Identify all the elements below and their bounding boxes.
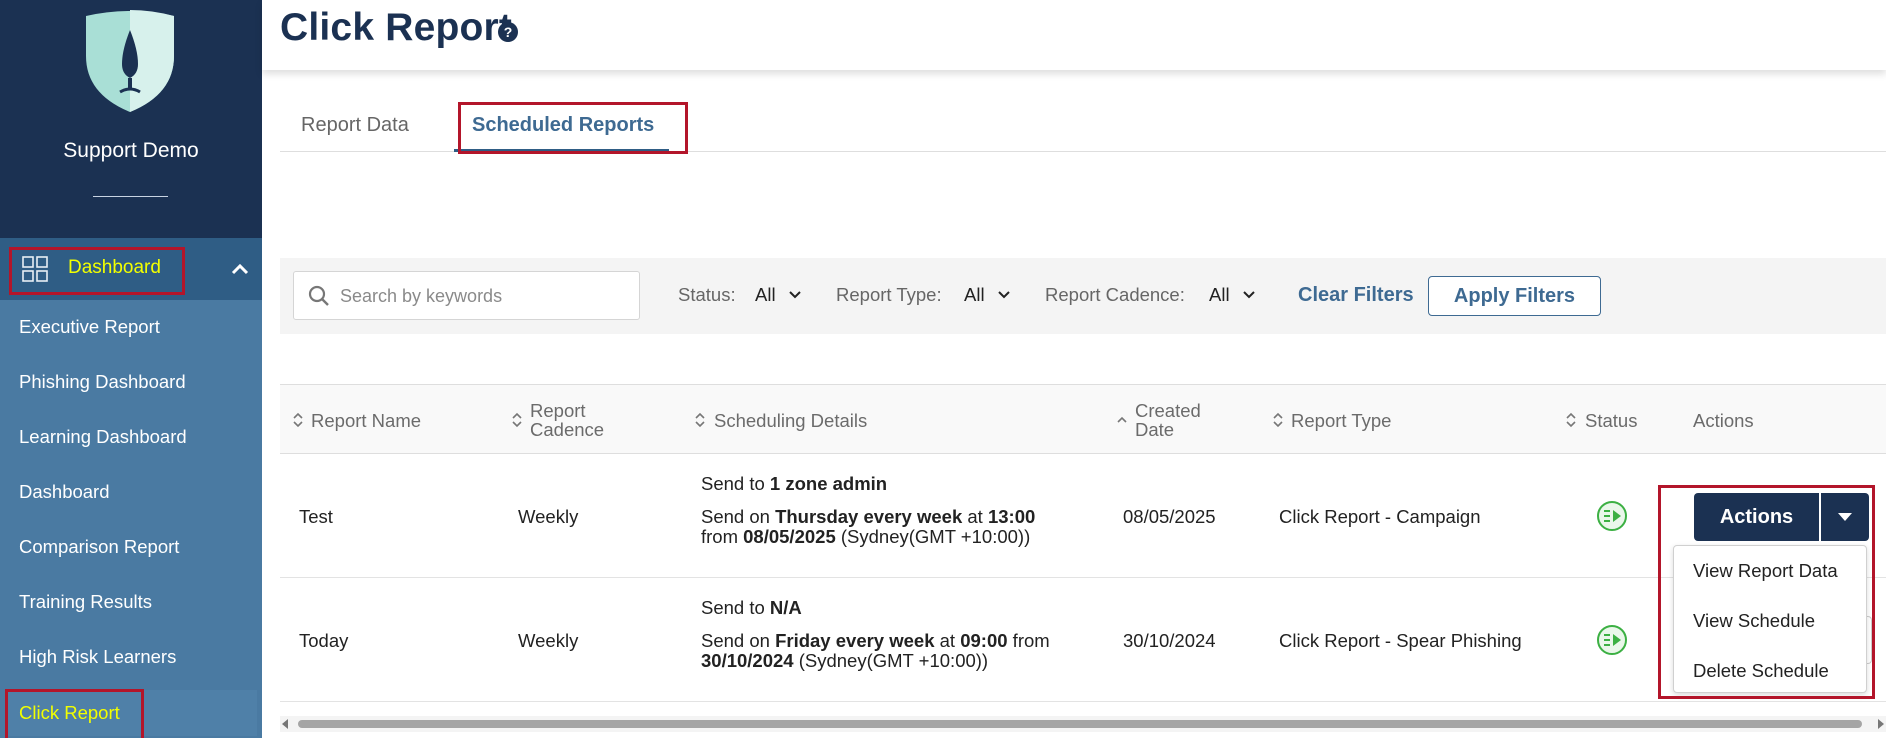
send-on-line: Send on Friday every week at 09:00 from (701, 631, 1050, 651)
scroll-left-arrow-icon[interactable] (282, 719, 288, 729)
cell-scheduling-details: Send to N/A Send on Friday every week at… (701, 598, 1050, 671)
shield-logo-icon (86, 10, 174, 112)
sidebar-item-high-risk-learners[interactable]: High Risk Learners (0, 634, 262, 680)
status-filter-label: Status: (678, 284, 736, 305)
text: from (1007, 630, 1050, 651)
sort-icon[interactable] (694, 411, 706, 429)
sort-ascending-icon[interactable] (1116, 411, 1128, 429)
column-header-line: Date (1135, 419, 1175, 440)
from-date: 08/05/2025 (743, 526, 836, 547)
play-active-icon (1597, 501, 1627, 531)
sidebar-item-executive-report[interactable]: Executive Report (0, 304, 262, 350)
cell-report-cadence: Weekly (518, 630, 579, 651)
org-name: Support Demo (63, 139, 199, 162)
help-icon[interactable]: ? (498, 22, 518, 42)
chevron-down-icon[interactable] (788, 290, 802, 300)
send-on-line: Send on Thursday every week at 13:00 (701, 507, 1035, 527)
search-box[interactable] (293, 271, 640, 320)
column-header-report-name[interactable]: Report Name (311, 410, 421, 432)
column-header-status[interactable]: Status (1585, 410, 1637, 432)
text: Send to (701, 597, 770, 618)
from-line: 30/10/2024 (Sydney(GMT +10:00)) (701, 651, 1050, 671)
sort-icon[interactable] (1272, 411, 1284, 429)
scheduled-tab-highlight-box (458, 102, 688, 154)
cell-created-date: 30/10/2024 (1123, 630, 1216, 651)
send-to-value: 1 zone admin (769, 473, 888, 494)
clear-filters-link[interactable]: Clear Filters (1298, 284, 1414, 307)
cell-created-date: 08/05/2025 (1123, 506, 1216, 527)
column-header-line: Created (1135, 400, 1201, 421)
send-time: 09:00 (960, 630, 1008, 651)
send-to-value: N/A (769, 597, 802, 618)
cell-report-cadence: Weekly (518, 506, 579, 527)
text: Send to (701, 473, 770, 494)
column-header-scheduling-details[interactable]: Scheduling Details (714, 410, 867, 432)
report-cadence-filter-value[interactable]: All (1209, 284, 1230, 306)
sidebar-item-dashboard[interactable]: Dashboard (0, 469, 262, 515)
column-header-actions: Actions (1693, 410, 1754, 431)
scroll-right-arrow-icon[interactable] (1878, 719, 1884, 729)
table-row: Test Weekly Send to 1 zone admin Send on… (280, 454, 1886, 578)
text: at (962, 506, 988, 527)
report-cadence-filter-label: Report Cadence: (1045, 284, 1185, 305)
cell-report-name: Today (299, 630, 349, 651)
chevron-down-icon[interactable] (997, 290, 1011, 300)
send-on-value: Thursday every week (775, 506, 963, 527)
apply-filters-button[interactable]: Apply Filters (1428, 276, 1601, 316)
report-type-filter-label: Report Type: (836, 284, 942, 305)
chevron-up-icon[interactable] (231, 263, 249, 275)
page-header: Click Report ? (262, 0, 1886, 70)
sort-icon[interactable] (511, 411, 523, 429)
actions-highlight-box (1658, 485, 1875, 699)
column-header-report-cadence[interactable]: Report Cadence (530, 401, 604, 439)
column-header-report-type[interactable]: Report Type (1291, 410, 1391, 432)
table-header: Report Name Report Cadence Scheduling De… (280, 384, 1886, 454)
status-filter-value[interactable]: All (755, 284, 776, 306)
send-to-line: Send to N/A (701, 598, 1050, 618)
app-root: Support Demo Dashboard Executive Report … (0, 0, 1886, 738)
timezone: (Sydney(GMT +10:00)) (793, 650, 989, 671)
scrollbar-thumb[interactable] (298, 720, 1862, 728)
sidebar-header: Support Demo (0, 0, 262, 238)
report-type-filter-value[interactable]: All (964, 284, 985, 306)
column-header-created-date[interactable]: Created Date (1135, 401, 1201, 439)
cell-scheduling-details: Send to 1 zone admin Send on Thursday ev… (701, 474, 1035, 547)
text: at (934, 630, 961, 651)
chevron-down-icon[interactable] (1242, 290, 1256, 300)
text: Send on (701, 630, 776, 651)
text: Send on (701, 506, 776, 527)
sort-icon[interactable] (292, 411, 304, 429)
send-on-value: Friday every week (775, 630, 935, 651)
cell-report-type: Click Report - Campaign (1279, 506, 1481, 527)
from-line: from 08/05/2025 (Sydney(GMT +10:00)) (701, 527, 1035, 547)
cell-report-type: Click Report - Spear Phishing (1279, 630, 1522, 651)
org-divider (93, 196, 168, 197)
timezone: (Sydney(GMT +10:00)) (835, 526, 1031, 547)
horizontal-scrollbar[interactable] (280, 716, 1886, 732)
sidebar-item-comparison-report[interactable]: Comparison Report (0, 524, 262, 570)
table-row: Today Weekly Send to N/A Send on Friday … (280, 578, 1886, 702)
from-date: 30/10/2024 (701, 650, 794, 671)
page-title: Click Report (280, 6, 513, 49)
sidebar-item-phishing-dashboard[interactable]: Phishing Dashboard (0, 359, 262, 405)
search-icon (308, 285, 329, 306)
send-time: 13:00 (987, 506, 1036, 527)
sort-icon[interactable] (1565, 411, 1577, 429)
sidebar-item-training-results[interactable]: Training Results (0, 579, 262, 625)
text: from (701, 526, 744, 547)
tab-report-data[interactable]: Report Data (301, 114, 409, 137)
filter-bar: Status: All Report Type: All Report Cade… (280, 258, 1886, 334)
search-input[interactable] (340, 284, 630, 308)
nav-dashboard-label[interactable]: Dashboard (68, 257, 161, 279)
click-report-highlight-box (5, 689, 144, 738)
column-header-line: Report (530, 400, 586, 421)
cell-report-name: Test (299, 506, 333, 527)
sidebar: Support Demo Dashboard Executive Report … (0, 0, 262, 738)
sidebar-item-learning-dashboard[interactable]: Learning Dashboard (0, 414, 262, 460)
send-to-line: Send to 1 zone admin (701, 474, 1035, 494)
grid-icon (22, 256, 48, 282)
column-header-line: Cadence (530, 419, 605, 440)
play-active-icon (1597, 625, 1627, 655)
